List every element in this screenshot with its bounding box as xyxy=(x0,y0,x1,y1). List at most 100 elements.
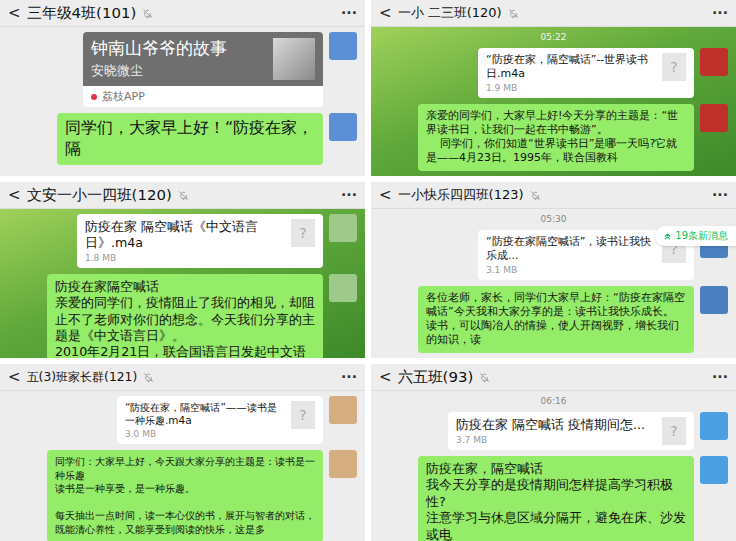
file-card[interactable]: 防疫在家 隔空喊话《中文语言日》.m4a 1.8 MB? xyxy=(77,214,323,268)
chat-header: < 一小 二三班(120) ··· xyxy=(371,0,736,27)
avatar[interactable] xyxy=(329,450,357,478)
avatar[interactable] xyxy=(700,456,728,484)
app-dot xyxy=(91,94,97,100)
text-bubble: 各位老师，家长，同学们大家早上好：“防疫在家隔空喊话”今天我和大家分享的是：读书… xyxy=(418,286,694,353)
message-row: 防疫在家 隔空喊话 疫情期间怎... 3.7 MB? xyxy=(379,412,728,450)
back-button[interactable]: < xyxy=(8,4,21,22)
file-title: 防疫在家 隔空喊话《中文语言日》.m4a xyxy=(85,219,283,251)
chat-header: < 一小快乐四四班(123) ··· xyxy=(371,182,736,209)
message-row: 防疫在家隔空喊话 亲爱的同学们，疫情阻止了我们的相见，却阻止不了老师对你们的想念… xyxy=(8,274,357,358)
message-row: 各位老师，家长，同学们大家早上好：“防疫在家隔空喊话”今天我和大家分享的是：读书… xyxy=(379,286,728,353)
message-row: 防疫在家 隔空喊话《中文语言日》.m4a 1.8 MB? xyxy=(8,214,357,268)
file-text: 防疫在家 隔空喊话《中文语言日》.m4a 1.8 MB xyxy=(85,219,283,263)
link-title: 钟南山爷爷的故事 xyxy=(91,38,265,59)
avatar[interactable] xyxy=(329,396,357,424)
message-row: 亲爱的同学们，大家早上好!今天分享的主题是：“世界读书日，让我们一起在书中畅游”… xyxy=(379,104,728,171)
avatar[interactable] xyxy=(329,214,357,242)
chat-panel: < 三年级4班(101) ··· 钟南山爷爷的故事安晓微尘荔枝APP 同学们，大家早上好… xyxy=(0,0,365,176)
chat-header: < 六五班(93) ··· xyxy=(371,364,736,391)
back-button[interactable]: < xyxy=(8,186,21,204)
avatar[interactable] xyxy=(700,104,728,132)
chat-header: < 文安一小一四班(120) ··· xyxy=(0,182,365,209)
more-button[interactable]: ··· xyxy=(712,5,728,21)
file-title: 防疫在家 隔空喊话 疫情期间怎... xyxy=(456,417,654,433)
message-time: 06:16 xyxy=(541,396,567,406)
link-card-body: 钟南山爷爷的故事安晓微尘 xyxy=(83,32,323,86)
app-name: 荔枝APP xyxy=(102,89,145,104)
chat-title: 五(3)班家长群(121) xyxy=(27,369,138,386)
avatar[interactable] xyxy=(700,48,728,76)
mute-icon xyxy=(530,190,541,201)
text-bubble: 防疫在家，隔空喊话 我今天分享的是疫情期间怎样提高学习积极性? 注意学习与休息区… xyxy=(418,456,694,541)
chat-panel: < 六五班(93) ··· 06:16 防疫在家 隔空喊话 疫情期间怎... 3.7 MB… xyxy=(371,364,736,541)
chat-title: 一小 二三班(120) xyxy=(398,4,502,22)
mute-icon xyxy=(143,372,154,383)
file-icon: ? xyxy=(291,401,315,429)
file-size: 1.8 MB xyxy=(85,253,283,263)
chat-title: 一小快乐四四班(123) xyxy=(398,186,524,204)
chat-body: 06:16 防疫在家 隔空喊话 疫情期间怎... 3.7 MB? 防疫在家，隔空喊话 … xyxy=(371,391,736,541)
link-texts: 钟南山爷爷的故事安晓微尘 xyxy=(91,38,265,80)
new-messages-badge[interactable]: 19条新消息 xyxy=(655,226,736,246)
file-size: 3.1 MB xyxy=(486,265,654,275)
chat-title: 三年级4班(101) xyxy=(27,4,137,23)
mute-icon xyxy=(508,8,519,19)
back-button[interactable]: < xyxy=(379,368,392,386)
chat-body: 防疫在家 隔空喊话《中文语言日》.m4a 1.8 MB? 防疫在家隔空喊话 亲爱的同… xyxy=(0,209,365,358)
file-size: 1.9 MB xyxy=(486,83,654,93)
mute-icon xyxy=(142,8,153,19)
file-text: 防疫在家 隔空喊话 疫情期间怎... 3.7 MB xyxy=(456,417,654,445)
file-size: 3.7 MB xyxy=(456,435,654,445)
back-button[interactable]: < xyxy=(8,368,21,386)
message-row: “防疫在家，隔空喊话”--世界读书日.m4a1.9 MB? xyxy=(379,48,728,98)
file-icon: ? xyxy=(291,219,315,247)
message-time: 05:30 xyxy=(541,214,567,224)
more-button[interactable]: ··· xyxy=(341,369,357,385)
chat-panel: < 文安一小一四班(120) ··· 防疫在家 隔空喊话《中文语言日》.m4a 1.8 … xyxy=(0,182,365,358)
message-time: 05:22 xyxy=(541,32,567,42)
mute-icon xyxy=(479,372,490,383)
message-row: 同学们：大家早上好，今天跟大家分享的主题是：读书是一种乐趣 读书是一种享受，是一… xyxy=(8,450,357,541)
avatar[interactable] xyxy=(329,113,357,141)
more-button[interactable]: ··· xyxy=(341,187,357,203)
badge-text: 19条新消息 xyxy=(675,229,728,243)
message-row: 防疫在家，隔空喊话 我今天分享的是疫情期间怎样提高学习积极性? 注意学习与休息区… xyxy=(379,456,728,541)
avatar[interactable] xyxy=(329,274,357,302)
chat-panel: < 五(3)班家长群(121) ··· “防疫在家，隔空喊话”——读书是一种乐趣.m4… xyxy=(0,364,365,541)
back-button[interactable]: < xyxy=(379,4,392,22)
avatar[interactable] xyxy=(329,32,357,60)
chat-header: < 三年级4班(101) ··· xyxy=(0,0,365,27)
file-text: “防疫在家，隔空喊话”——读书是一种乐趣.m4a3.0 MB xyxy=(125,401,283,439)
chat-body: “防疫在家，隔空喊话”——读书是一种乐趣.m4a3.0 MB? 同学们：大家早上好… xyxy=(0,391,365,541)
avatar[interactable] xyxy=(700,286,728,314)
link-card[interactable]: 钟南山爷爷的故事安晓微尘荔枝APP xyxy=(83,32,323,107)
more-button[interactable]: ··· xyxy=(712,369,728,385)
link-thumbnail xyxy=(273,38,315,80)
more-button[interactable]: ··· xyxy=(712,187,728,203)
file-title: “防疫在家，隔空喊话”--世界读书日.m4a xyxy=(486,53,654,81)
message-row: 同学们，大家早上好！“防疫在家，隔 xyxy=(8,113,357,164)
chat-title: 文安一小一四班(120) xyxy=(27,186,172,205)
chat-panel: < 一小 二三班(120) ··· 05:22 “防疫在家，隔空喊话”--世界读书日.m… xyxy=(371,0,736,176)
avatar[interactable] xyxy=(700,412,728,440)
file-size: 3.0 MB xyxy=(125,429,283,439)
message-row: 钟南山爷爷的故事安晓微尘荔枝APP xyxy=(8,32,357,107)
chat-title: 六五班(93) xyxy=(398,368,474,387)
text-bubble: 防疫在家隔空喊话 亲爱的同学们，疫情阻止了我们的相见，却阻止不了老师对你们的想念… xyxy=(47,274,323,358)
file-card[interactable]: “防疫在家，隔空喊话”——读书是一种乐趣.m4a3.0 MB? xyxy=(117,396,323,444)
link-source: 安晓微尘 xyxy=(91,62,265,80)
file-icon: ? xyxy=(662,417,686,445)
chat-header: < 五(3)班家长群(121) ··· xyxy=(0,364,365,391)
chat-body: 钟南山爷爷的故事安晓微尘荔枝APP 同学们，大家早上好！“防疫在家，隔 xyxy=(0,27,365,176)
file-card[interactable]: 防疫在家 隔空喊话 疫情期间怎... 3.7 MB? xyxy=(448,412,694,450)
more-button[interactable]: ··· xyxy=(341,5,357,21)
message-row: “防疫在家，隔空喊话”——读书是一种乐趣.m4a3.0 MB? xyxy=(8,396,357,444)
back-button[interactable]: < xyxy=(379,186,392,204)
file-text: “防疫在家，隔空喊话”--世界读书日.m4a 1.9 MB xyxy=(486,53,654,93)
text-bubble: 亲爱的同学们，大家早上好!今天分享的主题是：“世界读书日，让我们一起在书中畅游”… xyxy=(418,104,694,171)
file-card[interactable]: “防疫在家，隔空喊话”--世界读书日.m4a1.9 MB? xyxy=(478,48,694,98)
mute-icon xyxy=(178,190,189,201)
screenshot-collage: < 三年级4班(101) ··· 钟南山爷爷的故事安晓微尘荔枝APP 同学们，大家早上好… xyxy=(0,0,736,541)
file-title: “防疫在家隔空喊话”，读书让我快乐成... xyxy=(486,235,654,263)
link-footer: 荔枝APP xyxy=(83,86,323,107)
